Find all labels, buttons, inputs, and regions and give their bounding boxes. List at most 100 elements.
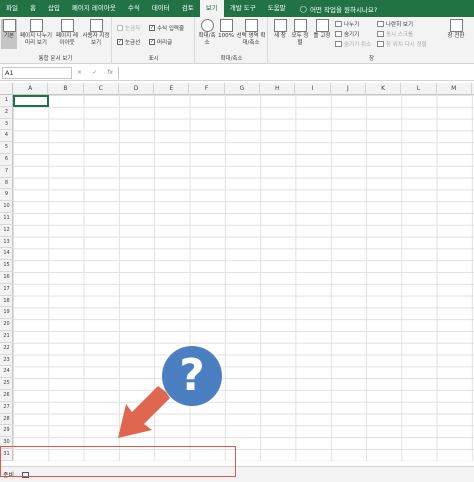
group-window: 새 창 모두 정렬 틀 고정 나누기 숨기기 숨기기 취소 나란히 보기 동시 … [269, 17, 474, 64]
tab-help[interactable]: 도움말 [262, 0, 292, 17]
selected-cell-a1[interactable] [13, 95, 49, 107]
magnifier-icon [200, 19, 214, 32]
custom-views-icon [89, 19, 103, 32]
tab-developer[interactable]: 개발 도구 [224, 0, 262, 17]
group-label: 확대/축소 [220, 56, 243, 62]
tab-page-layout[interactable]: 페이지 레이아웃 [66, 0, 122, 17]
formula-input[interactable] [118, 66, 472, 79]
checkmark-icon: ✓ [149, 25, 155, 31]
zoom-button[interactable]: 확대/축소 [198, 19, 216, 47]
row-header-25[interactable]: 25 [0, 378, 13, 390]
row-header-16[interactable]: 16 [0, 272, 13, 284]
reset-window-position-button[interactable]: 창 위치 다시 정렬 [377, 40, 427, 48]
name-box[interactable]: A1 [2, 66, 72, 79]
fx-icon[interactable]: fx [107, 69, 113, 76]
row-header-28[interactable]: 28 [0, 414, 13, 426]
tab-formulas[interactable]: 수식 [122, 0, 146, 17]
formula-bar: A1 × ✓ fx [0, 65, 474, 81]
freeze-panes-icon [315, 19, 329, 32]
sync-scroll-button[interactable]: 동시 스크롤 [377, 30, 413, 38]
column-header-j[interactable]: J [331, 83, 366, 95]
lightbulb-icon: ◯ [299, 4, 307, 13]
row-header-4[interactable]: 4 [0, 130, 13, 143]
column-header-e[interactable]: E [154, 83, 190, 95]
select-all-corner[interactable] [0, 83, 13, 95]
column-header-f[interactable]: F [190, 83, 225, 95]
split-button[interactable]: 나누기 [335, 20, 359, 28]
column-header-i[interactable]: I [295, 83, 331, 95]
checkmark-icon: ✓ [117, 39, 123, 45]
tab-review[interactable]: 검토 [176, 0, 200, 17]
page-break-preview-button[interactable]: 페이지 나누기 미리 보기 [19, 19, 53, 47]
group-zoom: 확대/축소 100% 선택 영역 확대/축소 확대/축소 [196, 17, 268, 64]
cell-grid[interactable] [13, 95, 474, 461]
row-header-8[interactable]: 8 [0, 178, 13, 190]
row-header-5[interactable]: 5 [0, 142, 13, 154]
row-header-12[interactable]: 12 [0, 225, 13, 237]
row-header-14[interactable]: 14 [0, 248, 13, 261]
tell-me-box[interactable]: ◯ 어떤 작업을 원하시나요? [292, 4, 378, 14]
row-header-10[interactable]: 10 [0, 201, 13, 213]
row-header-27[interactable]: 27 [0, 402, 13, 414]
row-header-13[interactable]: 13 [0, 237, 13, 249]
tab-home[interactable]: 홈 [24, 0, 42, 17]
unhide-button[interactable]: 숨기기 취소 [335, 40, 371, 48]
row-header-20[interactable]: 20 [0, 319, 13, 331]
cancel-icon[interactable]: × [77, 69, 82, 76]
row-header-19[interactable]: 19 [0, 307, 13, 320]
column-header-b[interactable]: B [48, 83, 84, 95]
column-header-l[interactable]: L [401, 83, 437, 95]
column-header-a[interactable]: A [13, 83, 49, 95]
tab-view[interactable]: 보기 [199, 0, 224, 17]
column-header-d[interactable]: D [119, 83, 155, 95]
tab-file[interactable]: 파일 [0, 0, 24, 17]
row-header-11[interactable]: 11 [0, 213, 13, 225]
row-header-9[interactable]: 9 [0, 189, 13, 202]
tell-me-text: 어떤 작업을 원하시나요? [309, 5, 378, 14]
arrange-all-icon [293, 19, 307, 32]
headings-checkbox[interactable]: ✓ 머리글 [149, 38, 172, 46]
row-header-1[interactable]: 1 [0, 95, 13, 107]
column-header-k[interactable]: K [366, 83, 402, 95]
side-by-side-button[interactable]: 나란히 보기 [377, 20, 413, 28]
row-header-24[interactable]: 24 [0, 366, 13, 379]
gridlines-checkbox[interactable]: ✓ 눈금선 [117, 38, 140, 46]
row-header-7[interactable]: 7 [0, 166, 13, 178]
new-window-button[interactable]: 새 창 [271, 19, 289, 40]
normal-view-button[interactable]: 기본 [1, 19, 17, 49]
column-header-g[interactable]: G [225, 83, 261, 95]
pointer-arrow-icon [118, 386, 170, 438]
row-header-22[interactable]: 22 [0, 343, 13, 355]
page-layout-view-button[interactable]: 페이지 레이아웃 [55, 19, 79, 47]
formula-bar-icons: × ✓ fx [72, 69, 118, 76]
custom-views-button[interactable]: 사용자 지정 보기 [81, 19, 111, 47]
row-header-15[interactable]: 15 [0, 260, 13, 272]
tab-insert[interactable]: 삽입 [42, 0, 66, 17]
hide-button[interactable]: 숨기기 [335, 30, 359, 38]
row-header-6[interactable]: 6 [0, 154, 13, 166]
column-header-c[interactable]: C [84, 83, 119, 95]
group-label: 창 [368, 56, 375, 62]
page-layout-icon [60, 19, 74, 32]
column-header-m[interactable]: M [437, 83, 472, 95]
switch-windows-button[interactable]: 창 전환 [441, 19, 471, 40]
zoom-selection-button[interactable]: 선택 영역 확대/축소 [236, 19, 266, 47]
excel-window: 파일 홈 삽입 페이지 레이아웃 수식 데이터 검토 보기 개발 도구 도움말 … [0, 0, 474, 482]
arrange-all-button[interactable]: 모두 정렬 [291, 19, 309, 47]
row-header-3[interactable]: 3 [0, 119, 13, 131]
column-header-h[interactable]: H [260, 83, 296, 95]
row-header-26[interactable]: 26 [0, 390, 13, 402]
row-header-2[interactable]: 2 [0, 107, 13, 119]
tab-data[interactable]: 데이터 [146, 0, 176, 17]
freeze-panes-button[interactable]: 틀 고정 [311, 19, 333, 40]
row-header-23[interactable]: 23 [0, 355, 13, 367]
zoom-100-button[interactable]: 100% [218, 19, 234, 40]
row-header-17[interactable]: 17 [0, 284, 13, 296]
row-header-18[interactable]: 18 [0, 296, 13, 308]
row-header-21[interactable]: 21 [0, 331, 13, 343]
formula-bar-checkbox[interactable]: ✓ 수식 입력줄 [149, 24, 184, 32]
enter-icon[interactable]: ✓ [92, 69, 97, 76]
row-header-29[interactable]: 29 [0, 425, 13, 438]
ruler-checkbox[interactable]: 눈금자 [117, 24, 140, 32]
ribbon-tab-bar: 파일 홈 삽입 페이지 레이아웃 수식 데이터 검토 보기 개발 도구 도움말 … [0, 0, 474, 17]
